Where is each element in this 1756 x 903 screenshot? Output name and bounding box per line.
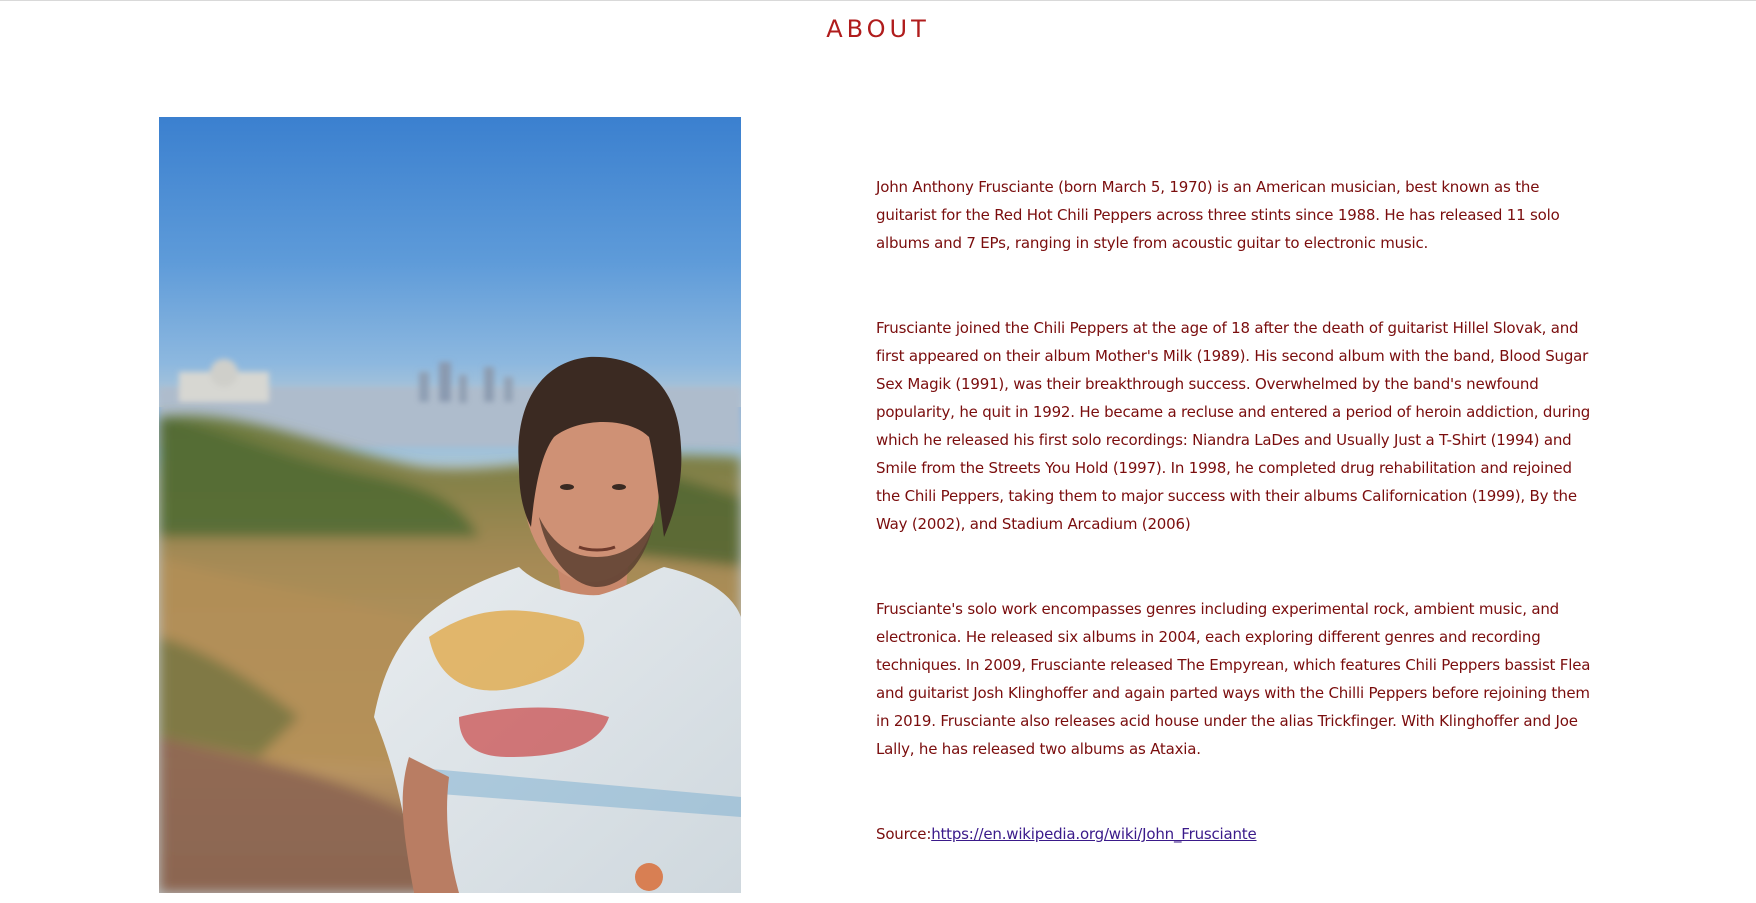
source-link[interactable]: https://en.wikipedia.org/wiki/John_Frusc… (931, 825, 1257, 843)
source-label: Source: (876, 825, 932, 843)
source-line: Source:https://en.wikipedia.org/wiki/Joh… (876, 820, 1596, 848)
bio-paragraph-2: Frusciante joined the Chili Peppers at t… (876, 319, 1591, 533)
portrait-photo (159, 117, 741, 893)
bio-paragraph-1: John Anthony Frusciante (born March 5, 1… (876, 178, 1560, 252)
page-title: About (826, 15, 930, 43)
bio-paragraph-3: Frusciante's solo work encompasses genre… (876, 600, 1591, 758)
bio-text: John Anthony Frusciante (born March 5, 1… (876, 173, 1596, 903)
